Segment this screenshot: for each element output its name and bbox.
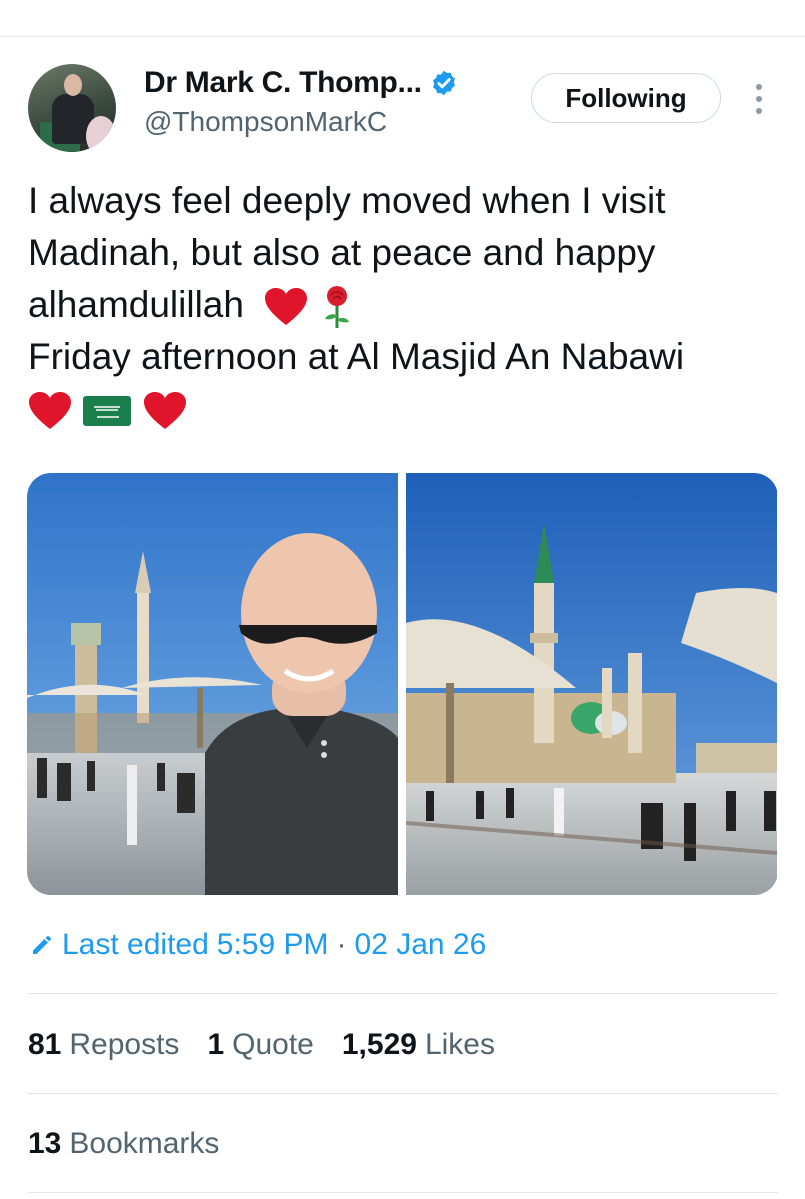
last-edited-link[interactable]: Last edited 5:59 PM · 02 Jan 26 — [30, 928, 486, 962]
pencil-icon — [33, 936, 51, 954]
tweet-line-3-text: alhamdulillah — [28, 284, 244, 325]
likes-label: Likes — [424, 1028, 495, 1061]
divider — [28, 993, 778, 994]
more-options-icon[interactable] — [750, 80, 768, 118]
tweet-line-3: alhamdulillah — [28, 279, 788, 331]
bookmarks-count: 13 — [28, 1127, 62, 1160]
divider — [28, 1093, 778, 1094]
author-name-row[interactable]: Dr Mark C. Thomp... — [144, 66, 458, 100]
edited-label: Last edited — [62, 928, 209, 961]
saudi-flag-icon — [83, 396, 132, 427]
author-handle[interactable]: @ThompsonMarkC — [144, 106, 387, 138]
quotes-count: 1 — [207, 1028, 225, 1061]
top-divider — [0, 36, 805, 37]
engagement-stats: 81 Reposts 1 Quote 1,529 Likes — [28, 1028, 495, 1062]
verified-badge-icon — [432, 70, 455, 96]
tweet-line-1: I always feel deeply moved when I visit — [28, 180, 666, 221]
reposts-count: 81 — [28, 1028, 62, 1061]
red-heart-icon — [265, 288, 308, 326]
tweet-text: I always feel deeply moved when I visit … — [28, 175, 788, 437]
divider — [28, 1192, 778, 1193]
tweet-line-4: Friday afternoon at Al Masjid An Nabawi — [28, 336, 685, 377]
tweet-media-grid — [27, 473, 778, 895]
avatar[interactable] — [28, 64, 116, 152]
red-heart-icon — [143, 392, 186, 430]
rose-icon — [324, 286, 349, 329]
red-heart-icon — [29, 392, 71, 430]
likes-count: 1,529 — [341, 1028, 417, 1061]
photo-mosque[interactable] — [406, 473, 777, 895]
reposts-label: Reposts — [69, 1028, 180, 1061]
bookmarks-label: Bookmarks — [69, 1127, 220, 1160]
likes-stat[interactable]: 1,529 Likes — [342, 1028, 495, 1062]
tweet-emoji-line — [28, 383, 788, 437]
reposts-stat[interactable]: 81 Reposts — [28, 1028, 179, 1062]
edited-time: 5:59 PM — [216, 928, 329, 961]
quotes-stat[interactable]: 1 Quote — [207, 1028, 313, 1062]
tweet-line-2: Madinah, but also at peace and happy — [28, 232, 656, 273]
following-button[interactable]: Following — [531, 73, 721, 123]
author-display-name[interactable]: Dr Mark C. Thomp... — [144, 66, 422, 100]
edited-date: 02 Jan 26 — [354, 928, 487, 961]
quotes-label: Quote — [232, 1028, 314, 1061]
bookmarks-stat[interactable]: 13 Bookmarks — [28, 1127, 219, 1161]
edited-separator: · — [336, 928, 347, 961]
photo-selfie[interactable] — [27, 473, 398, 895]
